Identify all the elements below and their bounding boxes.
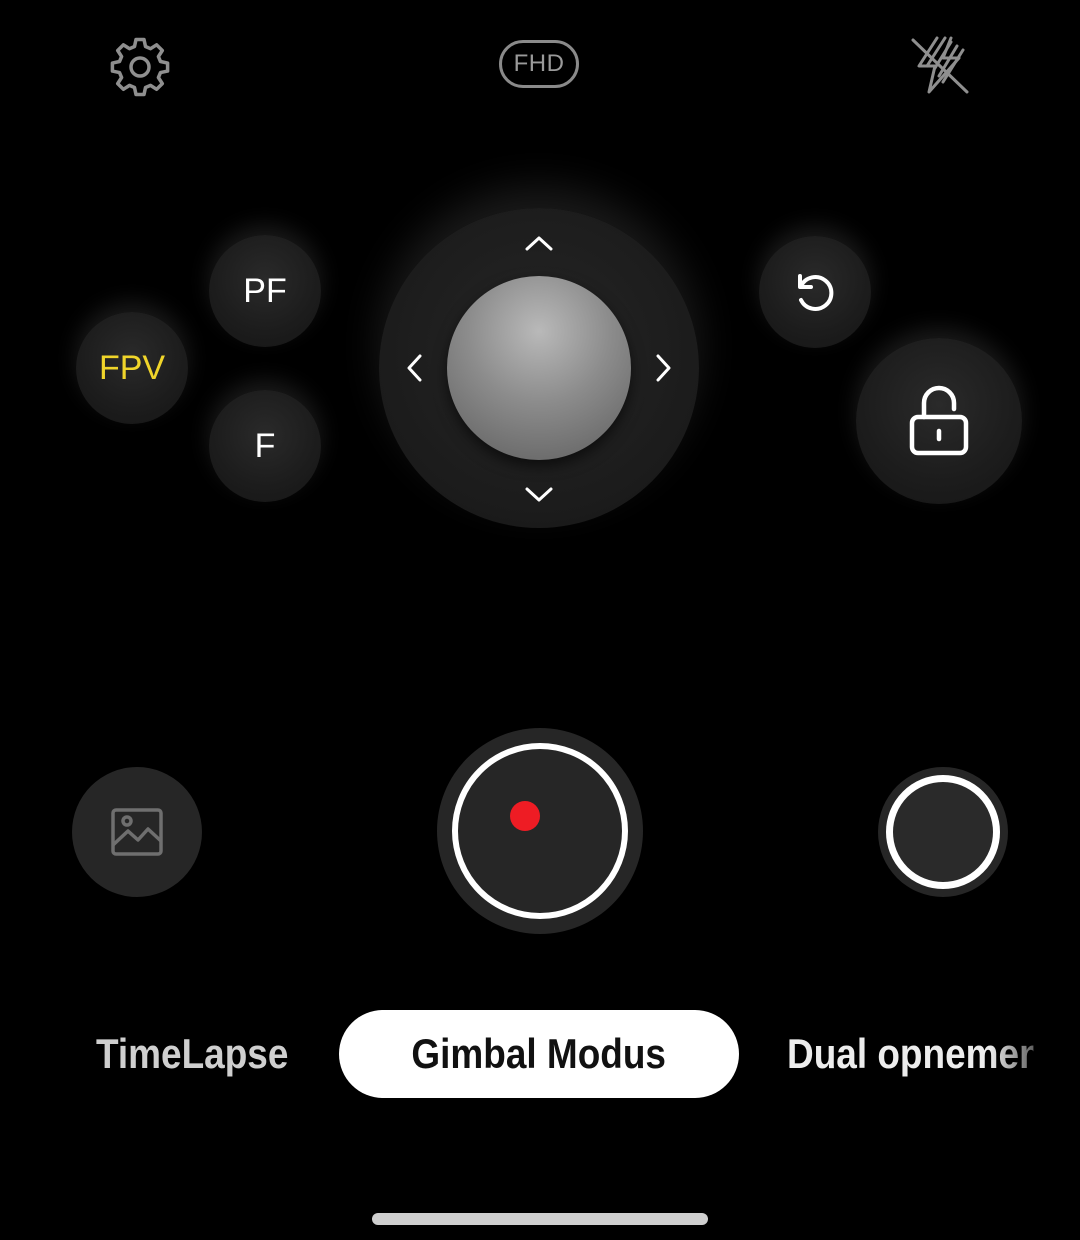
mode-bar-fade	[990, 1010, 1080, 1098]
home-indicator[interactable]	[372, 1213, 708, 1225]
resolution-label: FHD	[513, 50, 565, 77]
joystick-knob[interactable]	[447, 276, 631, 460]
mode-tab-label: TimeLapse	[96, 1030, 289, 1077]
rotate-reset-icon	[798, 274, 834, 311]
f-mode-button[interactable]: F	[209, 390, 321, 502]
gimbal-joystick[interactable]	[379, 208, 699, 528]
chevron-right-icon[interactable]	[645, 350, 681, 386]
photo-capture-button[interactable]	[878, 767, 1008, 897]
chevron-left-icon[interactable]	[397, 350, 433, 386]
unlock-icon	[909, 385, 969, 456]
resolution-button[interactable]: FHD	[499, 40, 579, 88]
fpv-mode-button[interactable]: FPV	[76, 312, 188, 424]
flash-button[interactable]	[900, 30, 980, 100]
mode-tab-gimbal[interactable]: Gimbal Modus	[339, 1010, 739, 1098]
fpv-mode-label: FPV	[98, 348, 166, 387]
shutter-icon	[886, 775, 1000, 889]
f-mode-label: F	[254, 426, 276, 465]
record-dot	[510, 801, 540, 831]
gallery-button[interactable]	[72, 767, 202, 897]
chevron-down-icon[interactable]	[521, 476, 557, 512]
record-ring	[452, 743, 628, 919]
image-icon	[111, 808, 163, 856]
pf-mode-label: PF	[243, 271, 287, 310]
settings-button[interactable]	[105, 32, 175, 102]
record-button[interactable]	[437, 728, 643, 934]
chevron-up-icon[interactable]	[521, 226, 557, 262]
pf-mode-button[interactable]: PF	[209, 235, 321, 347]
reset-gimbal-button[interactable]	[759, 236, 871, 348]
camera-screen: FHD PF FPV F TimeLapse Gimbal Modus Dual…	[0, 0, 1080, 1240]
gimbal-lock-button[interactable]	[856, 338, 1022, 504]
mode-tab-timelapse[interactable]: TimeLapse	[96, 1010, 288, 1098]
mode-tab-label: Gimbal Modus	[411, 1030, 667, 1077]
gear-icon	[110, 37, 170, 97]
flash-off-icon	[911, 36, 969, 94]
